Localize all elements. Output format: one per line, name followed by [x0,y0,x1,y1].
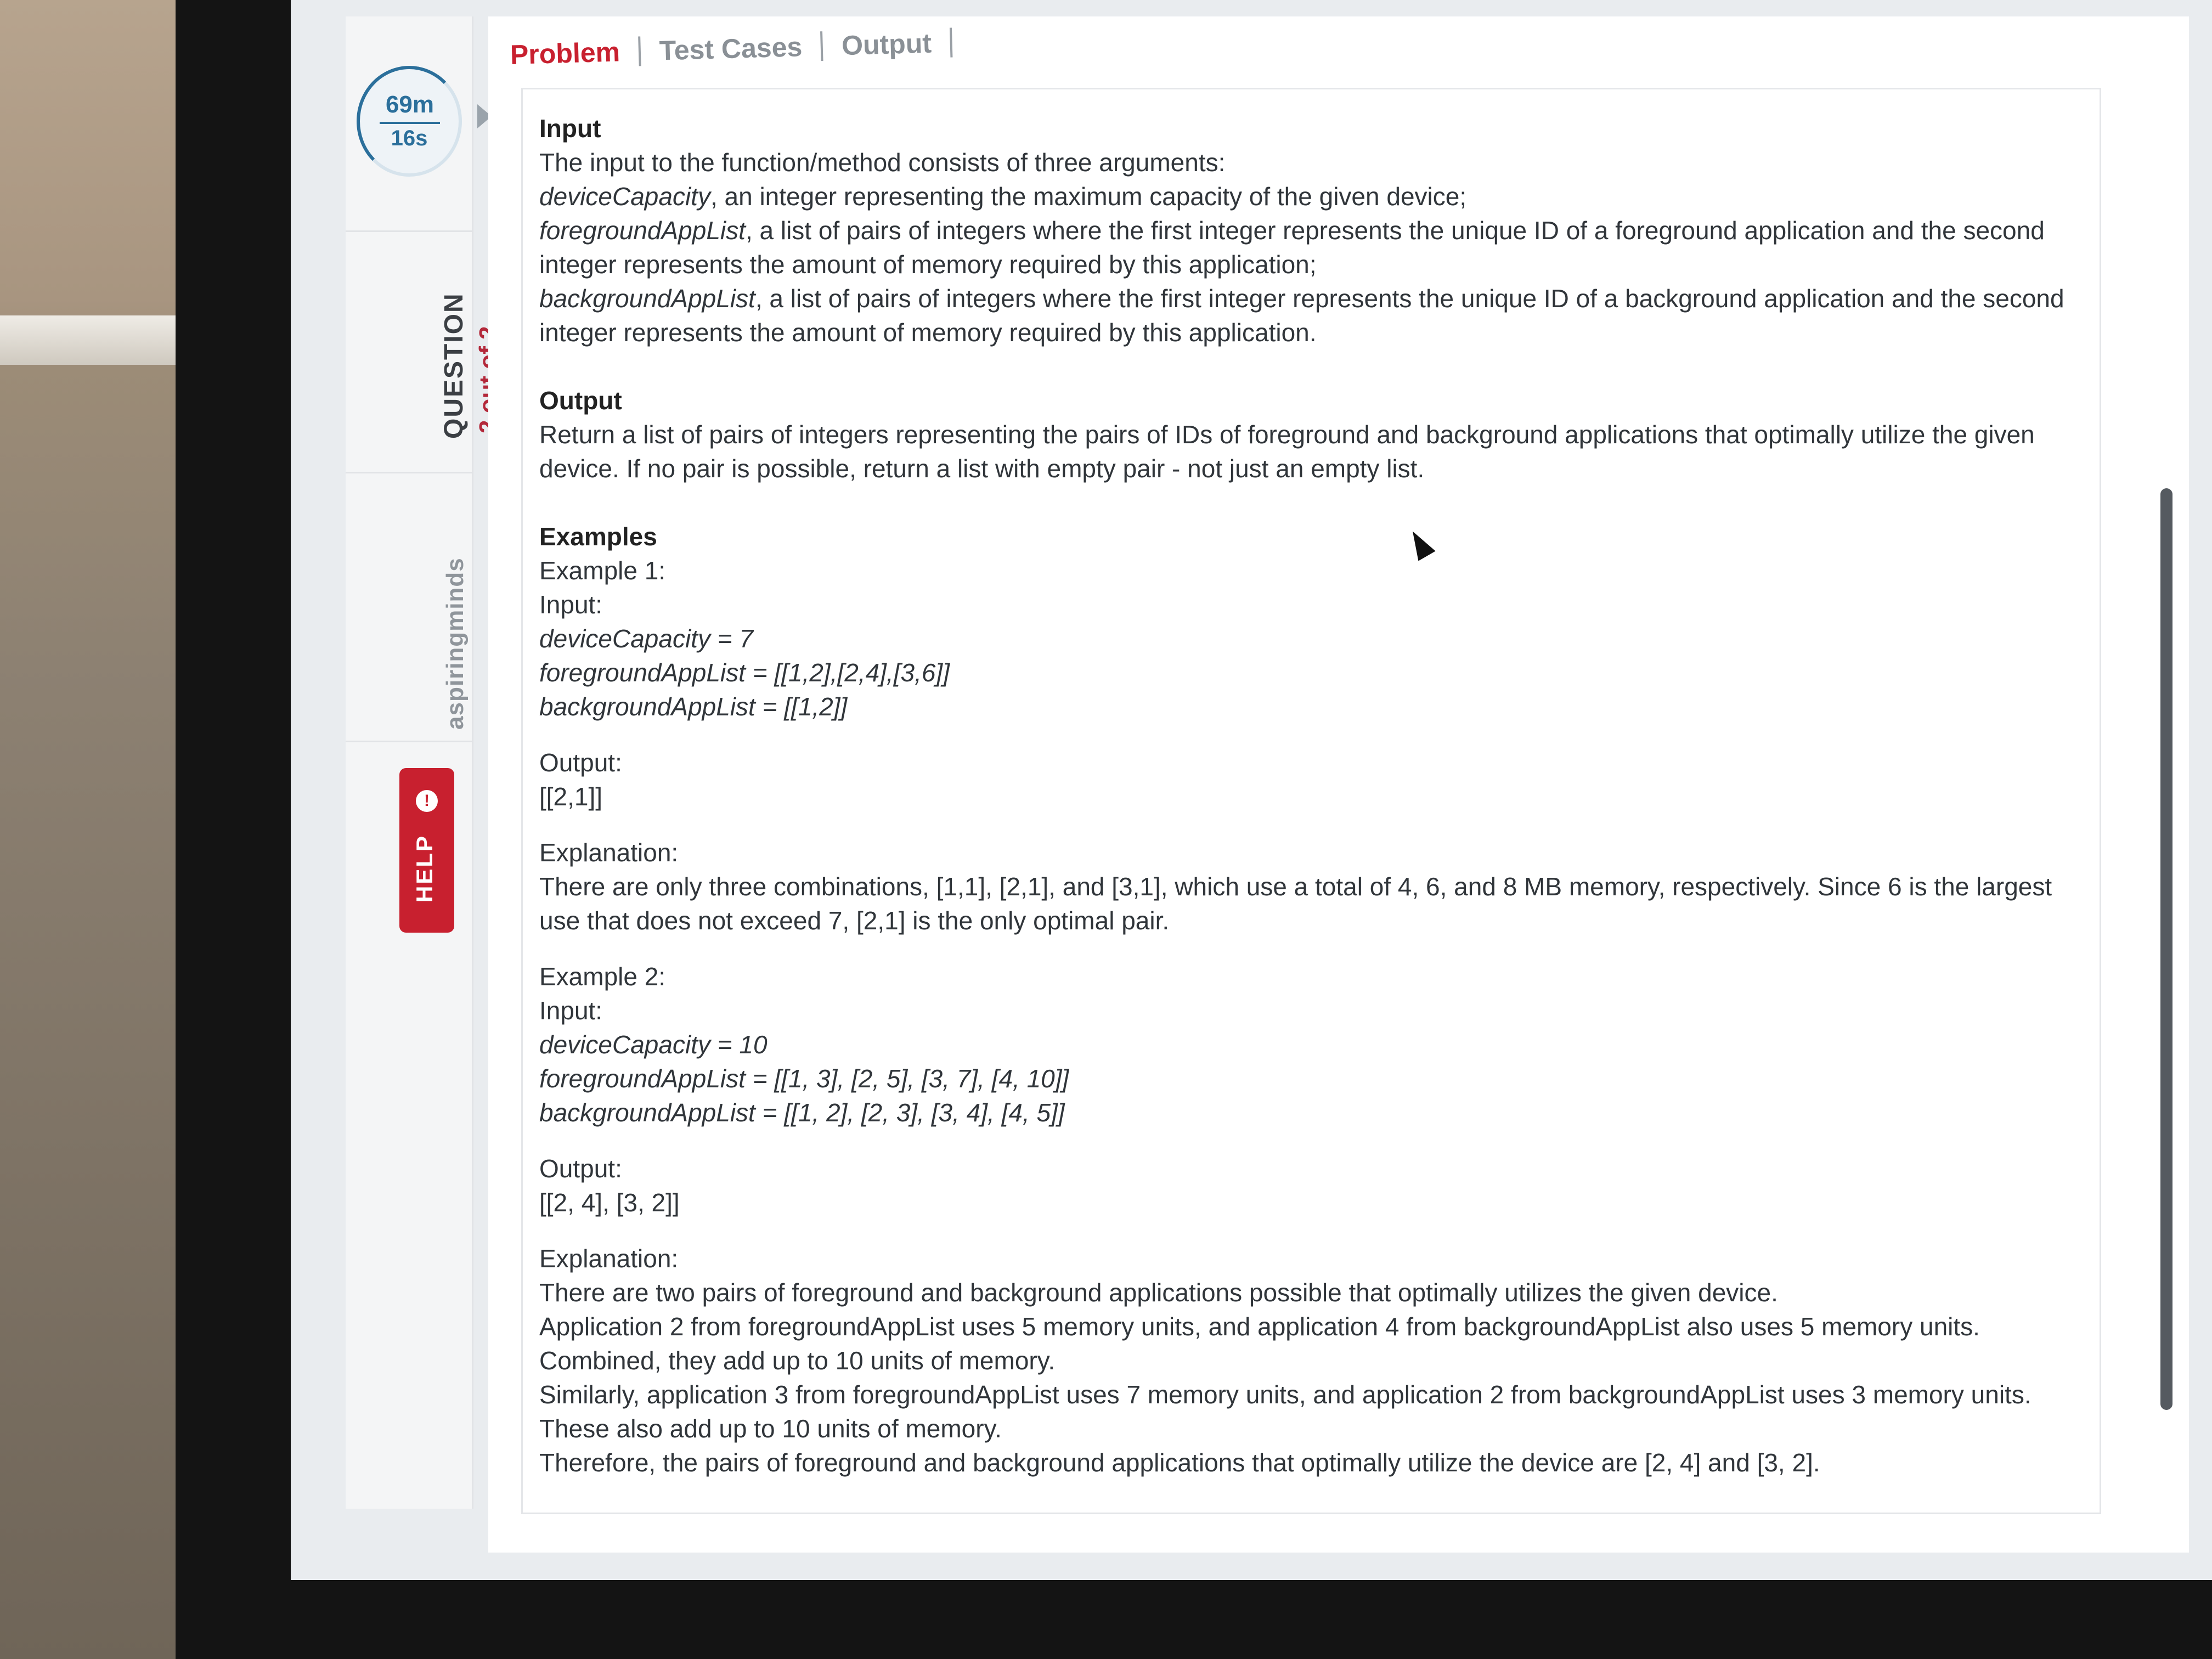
main-panel: Problem Test Cases Output Input The inpu… [488,16,2189,1553]
help-label: HELP [411,834,437,902]
brand-logo: aspiringminds [442,557,469,730]
info-icon: ! [416,790,438,812]
example-input-label: Input: [539,996,603,1025]
example-output-value: [[2, 4], [3, 2]] [539,1188,680,1217]
example-explanation-label: Explanation: [539,838,679,867]
example-capacity: deviceCapacity = 10 [539,1030,768,1059]
rail-divider [346,741,472,742]
example-output-label: Output: [539,748,622,777]
input-intro: The input to the function/method consist… [539,148,1226,177]
tab-bar: Problem Test Cases Output [510,15,953,82]
arg-foreground-list: foregroundAppList, a list of pairs of in… [539,213,2078,281]
rail-divider [346,230,472,232]
example-foreground: foregroundAppList = [[1, 3], [2, 5], [3,… [539,1064,1069,1093]
example-explanation: There are only three combinations, [1,1]… [539,872,2052,935]
example-output-label: Output: [539,1154,622,1183]
example-title: Example 2: [539,962,666,991]
scrollbar[interactable] [2160,488,2172,1410]
arg-name: backgroundAppList [539,284,755,313]
left-rail: 69m 16s QUESTION 2 out of 2 aspiringmind… [346,16,501,1509]
tab-problem[interactable]: Problem [510,36,620,71]
example-explanation-line: Application 2 from foregroundAppList use… [539,1312,1980,1375]
countdown-timer: 69m 16s [357,66,462,177]
example-foreground: foregroundAppList = [[1,2],[2,4],[3,6]] [539,658,950,687]
tab-test-cases[interactable]: Test Cases [659,31,803,66]
timer-minutes: 69m [380,91,440,124]
example-explanation-line: There are two pairs of foreground and ba… [539,1278,1778,1307]
output-heading: Output [539,386,622,415]
example-background: backgroundAppList = [[1, 2], [2, 3], [3,… [539,1098,1065,1127]
help-button[interactable]: ! HELP [399,768,454,933]
examples-heading: Examples [539,522,657,551]
timer-seconds: 16s [391,126,428,150]
arg-device-capacity: deviceCapacity, an integer representing … [539,179,2078,213]
input-heading: Input [539,114,601,143]
arg-description: , a list of pairs of integers where the … [539,216,2045,279]
output-description: Return a list of pairs of integers repre… [539,420,2035,483]
example-title: Example 1: [539,556,666,585]
problem-statement[interactable]: Input The input to the function/method c… [521,88,2101,1514]
question-label: QUESTION [439,292,469,439]
example-input-label: Input: [539,590,603,619]
example-capacity: deviceCapacity = 7 [539,624,753,653]
example-explanation-line: Similarly, application 3 from foreground… [539,1380,2032,1443]
arg-description: , an integer representing the maximum ca… [710,182,1467,211]
tab-separator [950,27,953,58]
tab-separator [638,36,641,66]
example-output-value: [[2,1]] [539,782,603,811]
example-explanation-label: Explanation: [539,1244,679,1273]
arg-name: foregroundAppList [539,216,746,245]
photo-background [0,0,198,1659]
rail-divider [346,472,472,473]
arg-name: deviceCapacity [539,182,710,211]
example-background: backgroundAppList = [[1,2]] [539,692,848,721]
arg-background-list: backgroundAppList, a list of pairs of in… [539,281,2078,349]
tab-separator [820,31,823,61]
arg-description: , a list of pairs of integers where the … [539,284,2064,347]
tab-output[interactable]: Output [841,27,932,62]
example-explanation-line: Therefore, the pairs of foreground and b… [539,1448,1820,1477]
photo-shelf [0,315,187,365]
screen: 69m 16s QUESTION 2 out of 2 aspiringmind… [291,0,2212,1580]
